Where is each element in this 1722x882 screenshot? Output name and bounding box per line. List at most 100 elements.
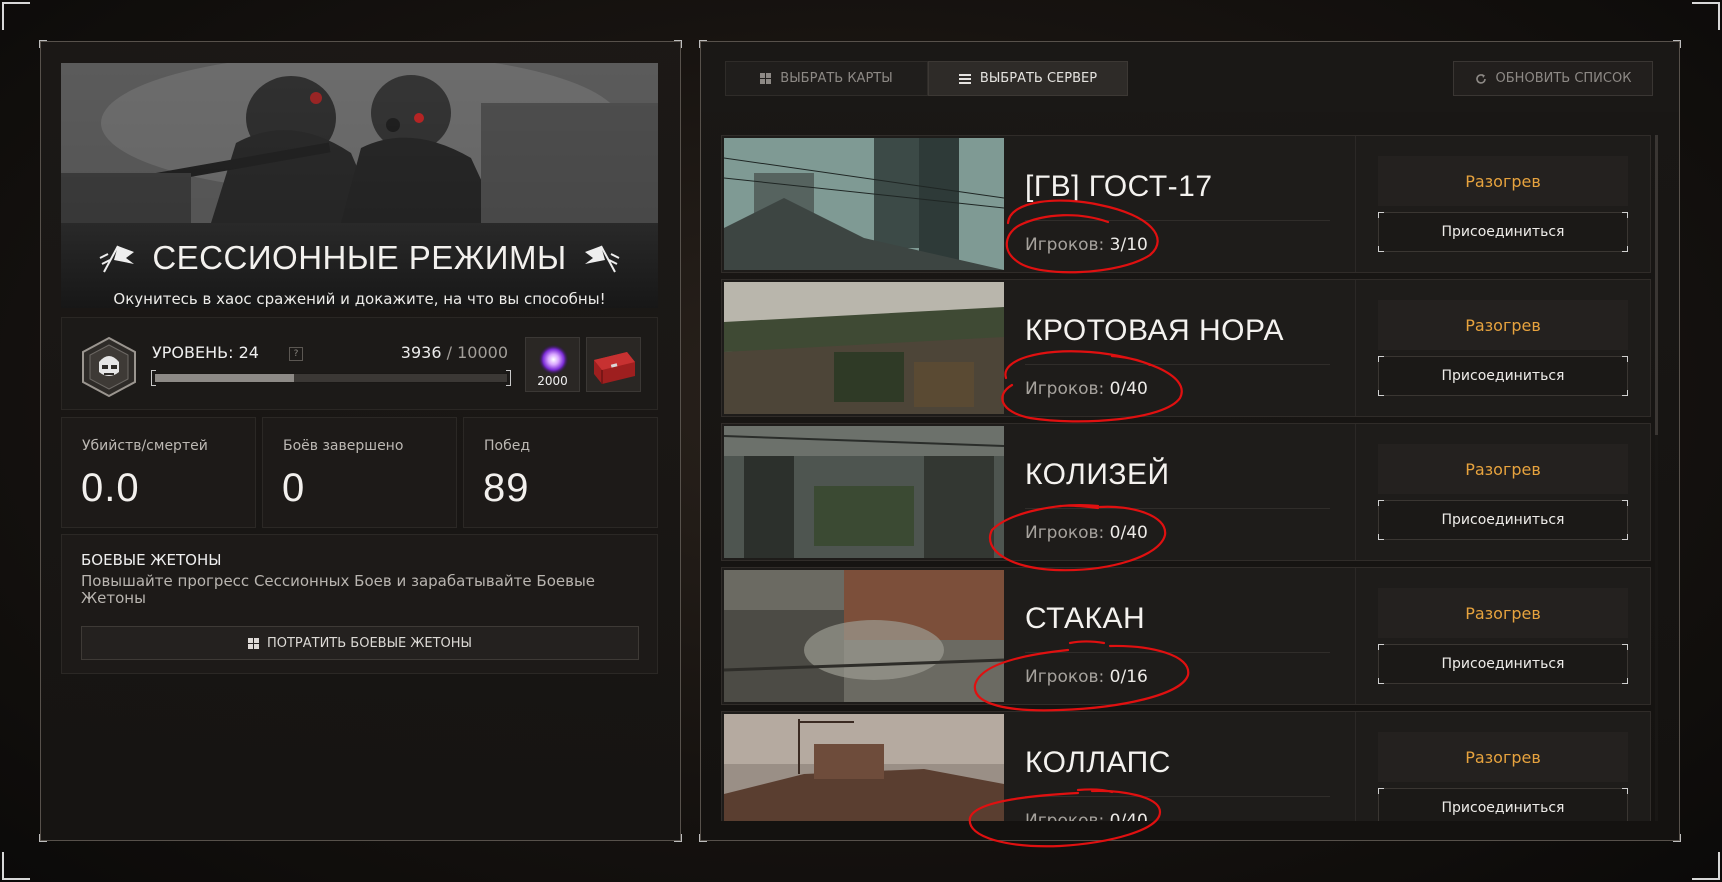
hero-banner: СЕССИОННЫЕ РЕЖИМЫ Окунитесь в хаос сраже… <box>61 63 658 308</box>
flags-right-icon <box>584 245 620 273</box>
weapon-case-icon <box>594 352 635 384</box>
server-status: Разогрев <box>1378 732 1628 782</box>
join-corner <box>1622 356 1628 362</box>
join-corner <box>1378 788 1384 794</box>
join-corner <box>1378 644 1384 650</box>
stat-value-kd: 0.0 <box>81 466 140 510</box>
players-label: Игроков: <box>1025 667 1105 687</box>
panel-corner-br <box>674 834 682 842</box>
xp-bar-cap-left <box>151 370 156 386</box>
players-value: 0/40 <box>1109 379 1148 399</box>
join-corner <box>1378 678 1384 684</box>
hero-title-row: СЕССИОННЫЕ РЕЖИМЫ <box>61 239 658 277</box>
map-thumbnail <box>724 138 1004 270</box>
column-divider <box>1355 712 1356 821</box>
reward-tokens-slot[interactable]: 2000 <box>525 337 580 392</box>
grid-icon <box>760 73 772 84</box>
xp-max: 10000 <box>457 343 508 362</box>
frame-corner-bl <box>2 852 30 880</box>
column-divider <box>1355 136 1356 272</box>
map-thumbnail <box>724 714 1004 821</box>
panel-corner-bl <box>39 834 47 842</box>
rank-skull-icon <box>82 336 136 398</box>
server-list: [ГВ] ГОСТ-17 Игроков: 3/10 Разогрев Прис… <box>721 135 1651 821</box>
join-button[interactable]: Присоединиться <box>1378 356 1628 396</box>
server-name: [ГВ] ГОСТ-17 <box>1025 170 1213 203</box>
join-corner <box>1622 644 1628 650</box>
join-corner <box>1622 788 1628 794</box>
server-row[interactable]: СТАКАН Игроков: 0/16 Разогрев Присоедини… <box>721 567 1651 705</box>
join-button-label: Присоединиться <box>1441 800 1565 816</box>
game-screen: СЕССИОННЫЕ РЕЖИМЫ Окунитесь в хаос сраже… <box>0 0 1722 882</box>
join-corner <box>1622 678 1628 684</box>
stat-card-battles: Боёв завершено 0 <box>262 417 457 528</box>
server-divider <box>1025 220 1330 221</box>
stat-card-kd: Убийств/смертей 0.0 <box>61 417 256 528</box>
join-button[interactable]: Присоединиться <box>1378 644 1628 684</box>
stat-label-battles: Боёв завершено <box>283 438 404 454</box>
server-row[interactable]: КОЛИЗЕЙ Игроков: 0/40 Разогрев Присоедин… <box>721 423 1651 561</box>
join-corner <box>1622 246 1628 252</box>
level-label: УРОВЕНЬ: 24 <box>152 343 259 362</box>
xp-separator: / <box>446 343 452 362</box>
player-count: Игроков: 0/40 <box>1025 523 1148 543</box>
players-value: 0/16 <box>1109 667 1148 687</box>
stat-value-wins: 89 <box>483 466 530 510</box>
players-label: Игроков: <box>1025 379 1105 399</box>
server-status: Разогрев <box>1378 156 1628 206</box>
panel-corner-tr <box>674 40 682 48</box>
reward-crate-slot[interactable] <box>586 337 641 392</box>
map-thumbnail <box>724 426 1004 558</box>
xp-progress-text: 3936 / 10000 <box>401 343 508 362</box>
flags-left-icon <box>99 245 135 273</box>
server-status: Разогрев <box>1378 444 1628 494</box>
stat-card-wins: Побед 89 <box>463 417 658 528</box>
join-corner <box>1378 390 1384 396</box>
spend-tokens-button[interactable]: ПОТРАТИТЬ БОЕВЫЕ ЖЕТОНЫ <box>81 626 639 660</box>
frame-corner-tr <box>1692 2 1720 30</box>
players-label: Игроков: <box>1025 235 1105 255</box>
server-divider <box>1025 508 1330 509</box>
session-modes-panel: СЕССИОННЫЕ РЕЖИМЫ Окунитесь в хаос сраже… <box>39 40 682 842</box>
join-button[interactable]: Присоединиться <box>1378 788 1628 821</box>
players-label: Игроков: <box>1025 811 1105 821</box>
tab-select-maps[interactable]: ВЫБРАТЬ КАРТЫ <box>725 61 928 96</box>
server-status: Разогрев <box>1378 588 1628 638</box>
refresh-list-button[interactable]: ОБНОВИТЬ СПИСОК <box>1453 61 1653 96</box>
tab-select-maps-label: ВЫБРАТЬ КАРТЫ <box>780 71 893 86</box>
players-value: 0/40 <box>1109 811 1148 821</box>
join-corner <box>1378 356 1384 362</box>
server-name: КОЛИЗЕЙ <box>1025 458 1170 491</box>
server-row[interactable]: КРОТОВАЯ НОРА Игроков: 0/40 Разогрев При… <box>721 279 1651 417</box>
tab-bar: ВЫБРАТЬ КАРТЫ ВЫБРАТЬ СЕРВЕР ОБНОВИТЬ СП… <box>701 42 1679 112</box>
scrollbar-thumb[interactable] <box>1655 135 1658 435</box>
battle-tokens-description: Повышайте прогресс Сессионных Боев и зар… <box>81 572 596 607</box>
tab-select-server[interactable]: ВЫБРАТЬ СЕРВЕР <box>928 61 1128 96</box>
player-count: Игроков: 0/40 <box>1025 379 1148 399</box>
energy-orb-icon <box>538 344 569 375</box>
reward-amount: 2000 <box>537 374 568 388</box>
xp-progress-bar <box>154 373 508 383</box>
hero-title: СЕССИОННЫЕ РЕЖИМЫ <box>152 239 567 276</box>
join-corner <box>1378 534 1384 540</box>
xp-current: 3936 <box>400 343 442 362</box>
server-row[interactable]: [ГВ] ГОСТ-17 Игроков: 3/10 Разогрев Прис… <box>721 135 1651 273</box>
players-value: 0/40 <box>1109 523 1148 543</box>
join-button[interactable]: Присоединиться <box>1378 500 1628 540</box>
column-divider <box>1355 568 1356 704</box>
player-count: Игроков: 3/10 <box>1025 235 1148 255</box>
join-button-label: Присоединиться <box>1441 368 1565 384</box>
map-thumbnail <box>724 570 1004 702</box>
spend-tokens-label: ПОТРАТИТЬ БОЕВЫЕ ЖЕТОНЫ <box>266 635 473 651</box>
server-divider <box>1025 652 1330 653</box>
join-corner <box>1378 212 1384 218</box>
join-button[interactable]: Присоединиться <box>1378 212 1628 252</box>
server-row[interactable]: КОЛЛАПС Игроков: 0/40 Разогрев Присоедин… <box>721 711 1651 821</box>
server-divider <box>1025 796 1330 797</box>
level-help-button[interactable]: ? <box>289 347 303 361</box>
server-name: СТАКАН <box>1025 602 1146 635</box>
join-button-label: Присоединиться <box>1441 512 1565 528</box>
player-count: Игроков: 0/16 <box>1025 667 1148 687</box>
xp-bar-cap-right <box>506 370 511 386</box>
frame-corner-br <box>1692 852 1720 880</box>
